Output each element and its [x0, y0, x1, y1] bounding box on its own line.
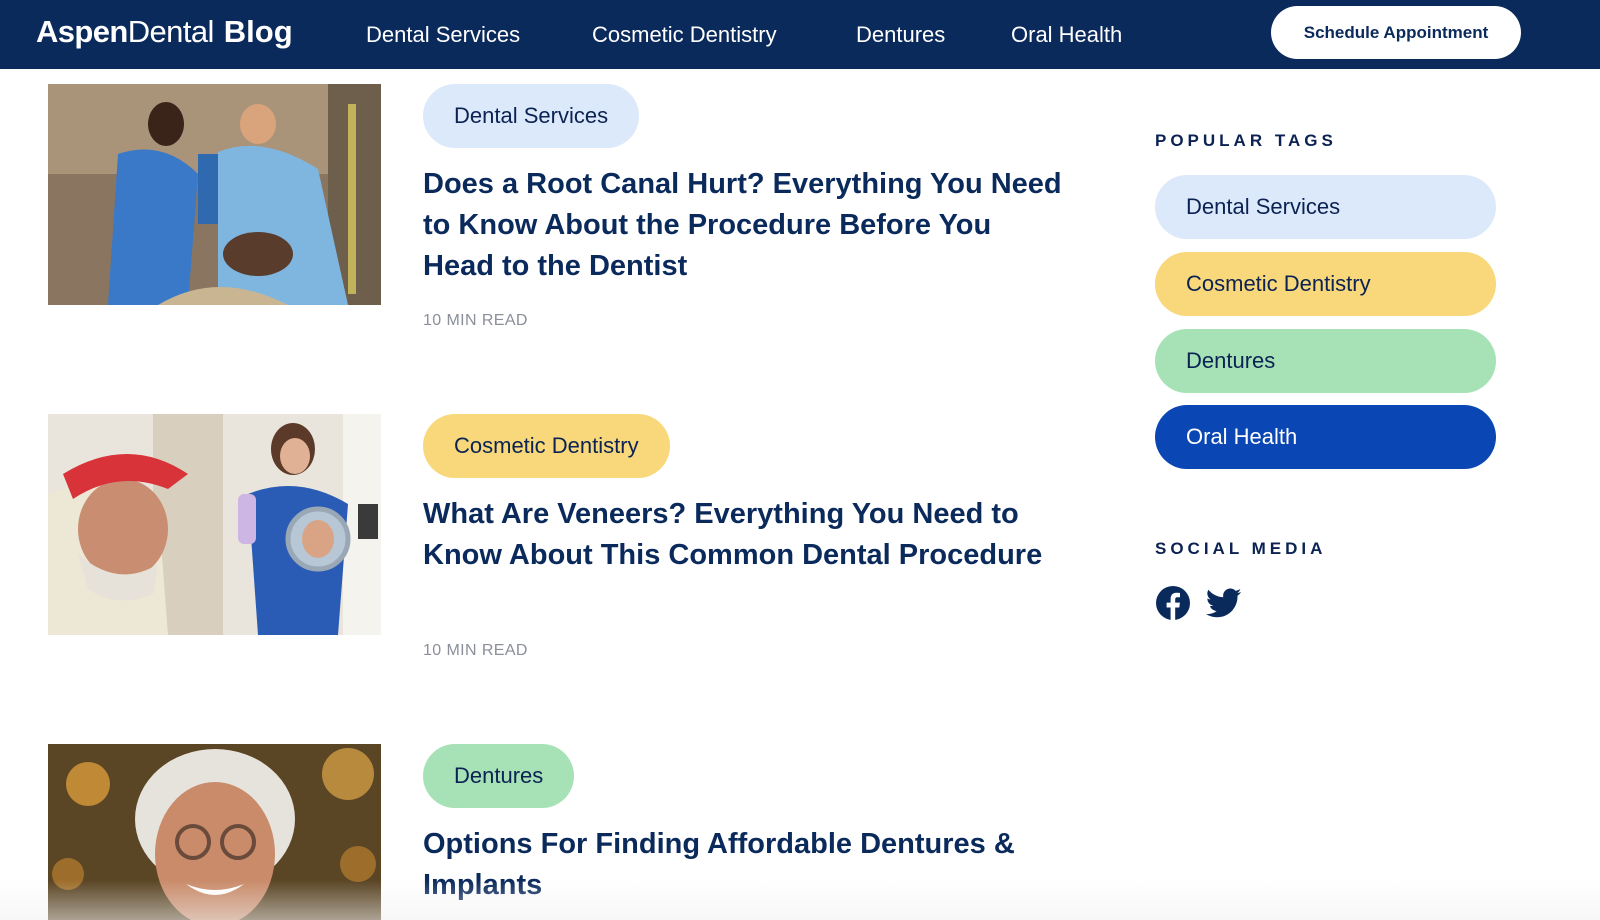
article-thumbnail[interactable]	[48, 414, 381, 635]
popular-tag-oral-health[interactable]: Oral Health	[1155, 405, 1496, 469]
article-thumbnail[interactable]	[48, 84, 381, 305]
twitter-icon[interactable]	[1205, 585, 1242, 621]
site-header: AspenDental Blog Dental Services Cosmetic…	[0, 0, 1600, 69]
article-thumbnail[interactable]	[48, 744, 381, 920]
dentist-photo-illustration	[48, 84, 381, 305]
article-title[interactable]: Does a Root Canal Hurt? Everything You N…	[423, 164, 1063, 287]
facebook-icon[interactable]	[1155, 585, 1191, 621]
popular-tag-dental-services[interactable]: Dental Services	[1155, 175, 1496, 239]
nav-oral-health[interactable]: Oral Health	[1011, 22, 1122, 48]
popular-tags-heading: POPULAR TAGS	[1155, 131, 1337, 150]
nav-dentures[interactable]: Dentures	[856, 22, 945, 48]
article-tag[interactable]: Cosmetic Dentistry	[423, 414, 670, 478]
article-title[interactable]: What Are Veneers? Everything You Need to…	[423, 494, 1063, 576]
schedule-appointment-button[interactable]: Schedule Appointment	[1271, 6, 1521, 59]
article-read-time: 10 MIN READ	[423, 312, 528, 329]
nav-dental-services[interactable]: Dental Services	[366, 22, 520, 48]
popular-tag-cosmetic-dentistry[interactable]: Cosmetic Dentistry	[1155, 252, 1496, 316]
popular-tag-dentures[interactable]: Dentures	[1155, 329, 1496, 393]
logo-part-dental: Dental	[127, 14, 215, 49]
site-logo[interactable]: AspenDental Blog	[36, 12, 293, 52]
article-card: Dental Services Does a Root Canal Hurt? …	[48, 84, 1078, 344]
article-card: Dentures Options For Finding Affordable …	[48, 744, 1078, 920]
nav-cosmetic-dentistry[interactable]: Cosmetic Dentistry	[592, 22, 777, 48]
article-title[interactable]: Options For Finding Affordable Dentures …	[423, 824, 1063, 906]
article-read-time: 10 MIN READ	[423, 642, 528, 659]
dentures-photo-illustration	[48, 744, 381, 920]
logo-part-aspen: Aspen	[36, 14, 128, 49]
article-card: Cosmetic Dentistry What Are Veneers? Eve…	[48, 414, 1078, 674]
logo-part-blog: Blog	[223, 14, 293, 49]
article-tag[interactable]: Dental Services	[423, 84, 640, 148]
social-media-heading: SOCIAL MEDIA	[1155, 539, 1327, 558]
article-tag[interactable]: Dentures	[423, 744, 575, 808]
veneers-photo-illustration	[48, 414, 381, 635]
